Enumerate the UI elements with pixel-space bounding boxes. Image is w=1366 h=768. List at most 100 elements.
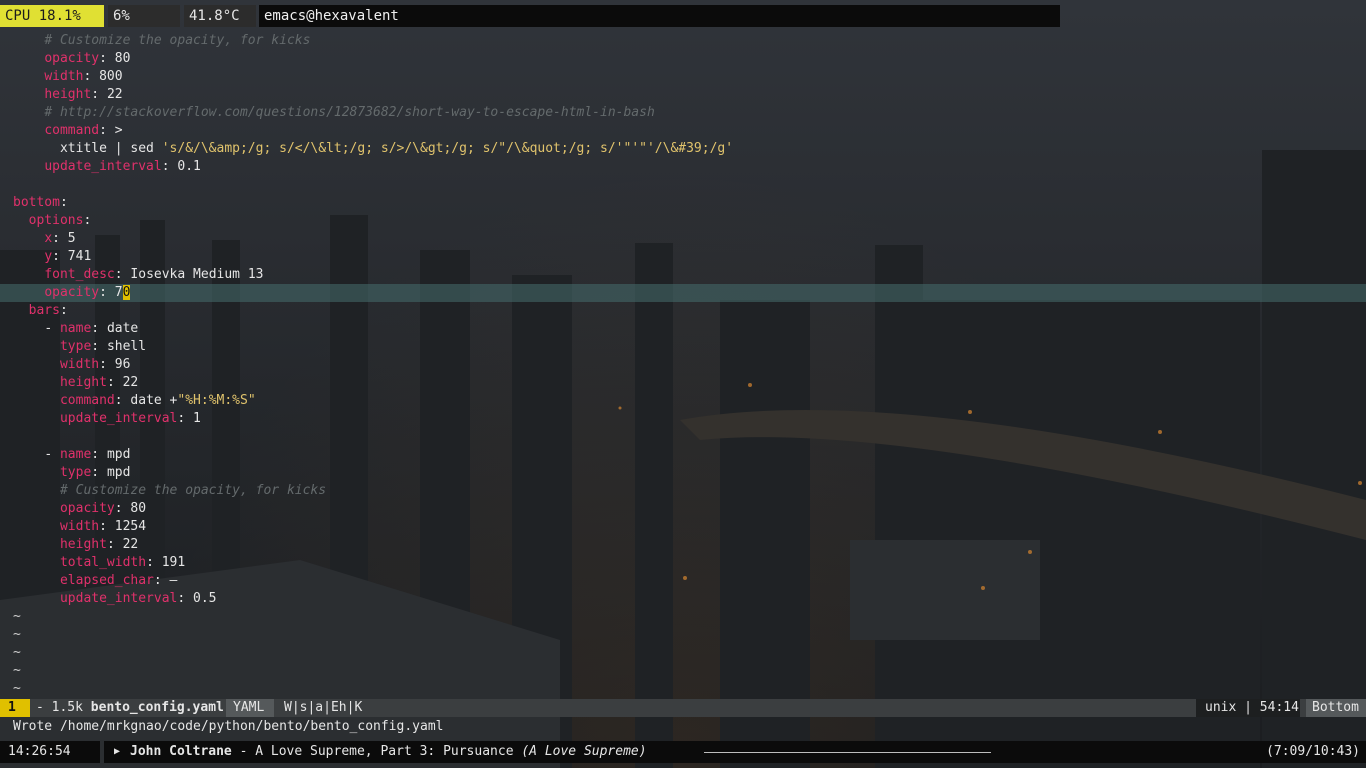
yaml-value: 741 [67, 249, 92, 264]
current-line[interactable]: opacity: 70 [0, 284, 1366, 302]
play-icon[interactable]: ▶ [114, 741, 120, 763]
yaml-key: width [59, 357, 100, 372]
code-line[interactable]: width: 1254 [0, 518, 1366, 536]
code-line[interactable]: - name: mpd [0, 446, 1366, 464]
code-line[interactable]: x: 5 [0, 230, 1366, 248]
top-status-bar: CPU 18.1% 6% 41.8°C emacs@hexavalent [0, 5, 1366, 27]
code-line[interactable]: elapsed_char: — [0, 572, 1366, 590]
mode-line: 1 - 1.5k bento_config.yaml YAML W|s|a|Eh… [0, 699, 1366, 717]
code-line[interactable]: bottom: [0, 194, 1366, 212]
yaml-value: 1 [193, 411, 201, 426]
yaml-value: 22 [122, 537, 139, 552]
punctuation [13, 141, 60, 156]
empty-line-marker[interactable]: ~ [0, 608, 1366, 626]
code-line[interactable]: total_width: 191 [0, 554, 1366, 572]
yaml-key: x [44, 231, 53, 246]
code-line[interactable] [0, 428, 1366, 446]
code-line[interactable]: # http://stackoverflow.com/questions/128… [0, 104, 1366, 122]
yaml-value: 96 [114, 357, 131, 372]
code-line[interactable]: height: 22 [0, 86, 1366, 104]
punctuation [13, 555, 60, 570]
artist-name: John Coltrane [130, 744, 232, 759]
punctuation [13, 411, 60, 426]
bottom-status-bar: 14:26:54 ▶ John Coltrane - A Love Suprem… [0, 741, 1366, 763]
yaml-comment: # http://stackoverflow.com/questions/128… [44, 105, 655, 120]
shell-command: xtitle | sed [59, 141, 162, 156]
code-line[interactable]: command: > [0, 122, 1366, 140]
punctuation [13, 501, 60, 516]
code-line[interactable]: update_interval: 0.5 [0, 590, 1366, 608]
yaml-comment: # Customize the opacity, for kicks [44, 33, 311, 48]
yaml-value: 0.5 [193, 591, 217, 606]
code-line[interactable]: # Customize the opacity, for kicks [0, 482, 1366, 500]
yaml-value: Iosevka Medium 13 [130, 267, 264, 282]
punctuation [13, 159, 44, 174]
code-line[interactable] [0, 176, 1366, 194]
punctuation [107, 285, 115, 300]
code-line[interactable]: width: 800 [0, 68, 1366, 86]
mpd-progress-bar[interactable] [704, 752, 991, 753]
punctuation [52, 321, 60, 336]
code-line[interactable]: font_desc: Iosevka Medium 13 [0, 266, 1366, 284]
yaml-value: date + [130, 393, 178, 408]
punctuation [13, 213, 29, 228]
yaml-value: 191 [161, 555, 186, 570]
yaml-key: elapsed_char [59, 573, 154, 588]
editor-buffer[interactable]: # Customize the opacity, for kicks opaci… [0, 32, 1366, 698]
yaml-value: 0.1 [177, 159, 201, 174]
mpd-widget[interactable]: ▶ John Coltrane - A Love Supreme, Part 3… [104, 741, 1366, 763]
punctuation [185, 411, 193, 426]
punctuation [13, 465, 60, 480]
major-mode[interactable]: YAML [226, 699, 274, 717]
punctuation [107, 519, 115, 534]
yaml-key: y [44, 249, 53, 264]
code-line[interactable]: - name: date [0, 320, 1366, 338]
code-line[interactable]: command: date +"%H:%M:%S" [0, 392, 1366, 410]
code-line[interactable]: height: 22 [0, 536, 1366, 554]
code-line[interactable]: opacity: 80 [0, 50, 1366, 68]
code-line[interactable]: type: shell [0, 338, 1366, 356]
minor-modes[interactable]: W|s|a|Eh|K [284, 699, 362, 717]
punctuation [60, 231, 68, 246]
empty-line-marker[interactable]: ~ [0, 662, 1366, 680]
punctuation: - [44, 447, 53, 462]
yaml-value: 7 [114, 285, 123, 300]
punctuation [107, 123, 115, 138]
yaml-value: 1254 [114, 519, 147, 534]
code-line[interactable]: bars: [0, 302, 1366, 320]
punctuation: : [146, 555, 154, 570]
yaml-key: name [59, 321, 92, 336]
punctuation: : [99, 51, 107, 66]
punctuation [13, 483, 60, 498]
tilde-glyph: ~ [13, 681, 21, 696]
code-line[interactable]: update_interval: 1 [0, 410, 1366, 428]
punctuation [13, 357, 60, 372]
punctuation [99, 447, 107, 462]
text-cursor: 0 [122, 285, 131, 300]
code-line[interactable]: type: mpd [0, 464, 1366, 482]
punctuation: : [99, 123, 107, 138]
punctuation [107, 51, 115, 66]
empty-line-marker[interactable]: ~ [0, 680, 1366, 698]
code-line[interactable]: y: 741 [0, 248, 1366, 266]
punctuation [13, 285, 44, 300]
code-line[interactable]: options: [0, 212, 1366, 230]
yaml-key: height [59, 537, 107, 552]
punctuation [13, 393, 60, 408]
empty-line-marker[interactable]: ~ [0, 626, 1366, 644]
tilde-glyph: ~ [13, 645, 21, 660]
code-line[interactable]: update_interval: 0.1 [0, 158, 1366, 176]
punctuation [13, 339, 60, 354]
code-line[interactable]: opacity: 80 [0, 500, 1366, 518]
window-title: emacs@hexavalent [259, 5, 1060, 27]
code-line[interactable]: # Customize the opacity, for kicks [0, 32, 1366, 50]
punctuation: : [114, 267, 123, 282]
punctuation [13, 267, 44, 282]
punctuation [13, 33, 44, 48]
code-line[interactable]: height: 22 [0, 374, 1366, 392]
yaml-key: bars [28, 303, 60, 318]
code-line[interactable]: xtitle | sed 's/&/\&amp;/g; s/</\&lt;/g;… [0, 140, 1366, 158]
empty-line-marker[interactable]: ~ [0, 644, 1366, 662]
punctuation: : [114, 393, 123, 408]
code-line[interactable]: width: 96 [0, 356, 1366, 374]
